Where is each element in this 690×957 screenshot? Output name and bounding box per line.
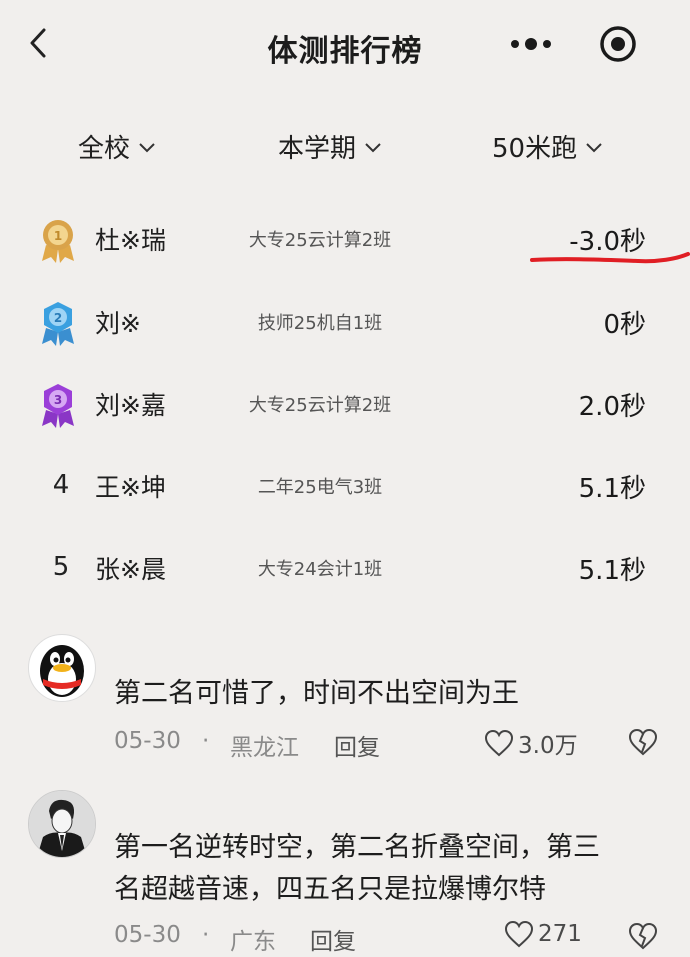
student-class: 大专25云计算2班 (248, 230, 392, 251)
like-button[interactable]: 271 (504, 920, 582, 948)
svg-text:3: 3 (54, 393, 62, 407)
like-button[interactable]: 3.0万 (484, 726, 578, 760)
heart-icon (484, 729, 514, 757)
rank-number: 5 (52, 552, 70, 582)
reply-button[interactable]: 回复 (310, 922, 356, 956)
event-filter-label: 50米跑 (492, 134, 578, 164)
svg-text:1: 1 (54, 229, 62, 243)
broken-heart-icon[interactable] (628, 728, 658, 756)
reply-button[interactable]: 回复 (334, 728, 380, 762)
student-class: 二年25电气3班 (257, 477, 383, 498)
student-name: 刘※嘉 (95, 391, 166, 420)
page-title: 体测排行榜 (267, 34, 423, 69)
student-class: 大专25云计算2班 (248, 395, 392, 416)
scope-filter-dropdown[interactable]: 全校 (78, 128, 156, 165)
ranking-row[interactable]: 5 张※晨 大专24会计1班 5.1秒 (0, 528, 690, 610)
event-filter-dropdown[interactable]: 50米跑 (492, 128, 603, 165)
svg-text:2: 2 (54, 311, 62, 325)
student-name: 杜※瑞 (95, 226, 166, 255)
chevron-down-icon (365, 142, 381, 152)
commenter-avatar[interactable] (28, 790, 96, 858)
broken-heart-icon[interactable] (628, 922, 658, 950)
comment-text-line: 名超越音速，四五名只是拉爆博尔特 (114, 874, 546, 905)
ranking-row[interactable]: 3 刘※嘉 大专25云计算2班 2.0秒 (0, 364, 690, 446)
student-class: 技师25机自1班 (257, 313, 383, 334)
student-name: 张※晨 (95, 555, 166, 584)
comment-date: 05-30 (114, 922, 181, 948)
gold-medal-icon: 1 (42, 220, 74, 263)
student-name: 王※坤 (95, 473, 166, 502)
comment-date: 05-30 (114, 728, 181, 754)
student-time: 2.0秒 (578, 392, 646, 422)
chevron-down-icon (139, 142, 155, 152)
student-class: 大专24会计1班 (257, 559, 383, 580)
ranking-row[interactable]: 4 王※坤 二年25电气3班 5.1秒 (0, 446, 690, 528)
comment-location: 黑龙江 (230, 735, 299, 761)
penguin-avatar-icon (40, 645, 84, 697)
comment-location: 广东 (230, 929, 276, 955)
chevron-down-icon (586, 142, 602, 152)
blue-medal-icon: 2 (42, 302, 74, 346)
student-time: 0秒 (603, 310, 646, 340)
commenter-avatar[interactable] (28, 634, 96, 702)
ranking-row[interactable]: 2 刘※ 技师25机自1班 0秒 (0, 282, 690, 364)
like-count: 271 (538, 921, 582, 947)
student-name: 刘※ (95, 309, 141, 338)
period-filter-label: 本学期 (278, 134, 357, 164)
close-miniprogram-icon[interactable] (598, 24, 638, 64)
scope-filter-label: 全校 (78, 134, 131, 164)
student-time: 5.1秒 (578, 556, 646, 586)
comment-text-line: 第一名逆转时空，第二名折叠空间，第三 (114, 832, 600, 863)
meta-separator: · (202, 728, 210, 754)
comment-text: 第二名可惜了，时间不出空间为王 (114, 678, 519, 709)
purple-medal-icon: 3 (42, 384, 74, 428)
heart-icon (504, 920, 534, 948)
more-options-icon[interactable] (508, 30, 554, 58)
student-time: 5.1秒 (578, 474, 646, 504)
sketch-man-avatar-icon (29, 791, 95, 857)
period-filter-dropdown[interactable]: 本学期 (278, 128, 382, 165)
red-underline-annotation (530, 252, 690, 264)
rank-number: 4 (52, 470, 70, 500)
meta-separator: · (202, 922, 210, 948)
like-count: 3.0万 (518, 733, 578, 759)
